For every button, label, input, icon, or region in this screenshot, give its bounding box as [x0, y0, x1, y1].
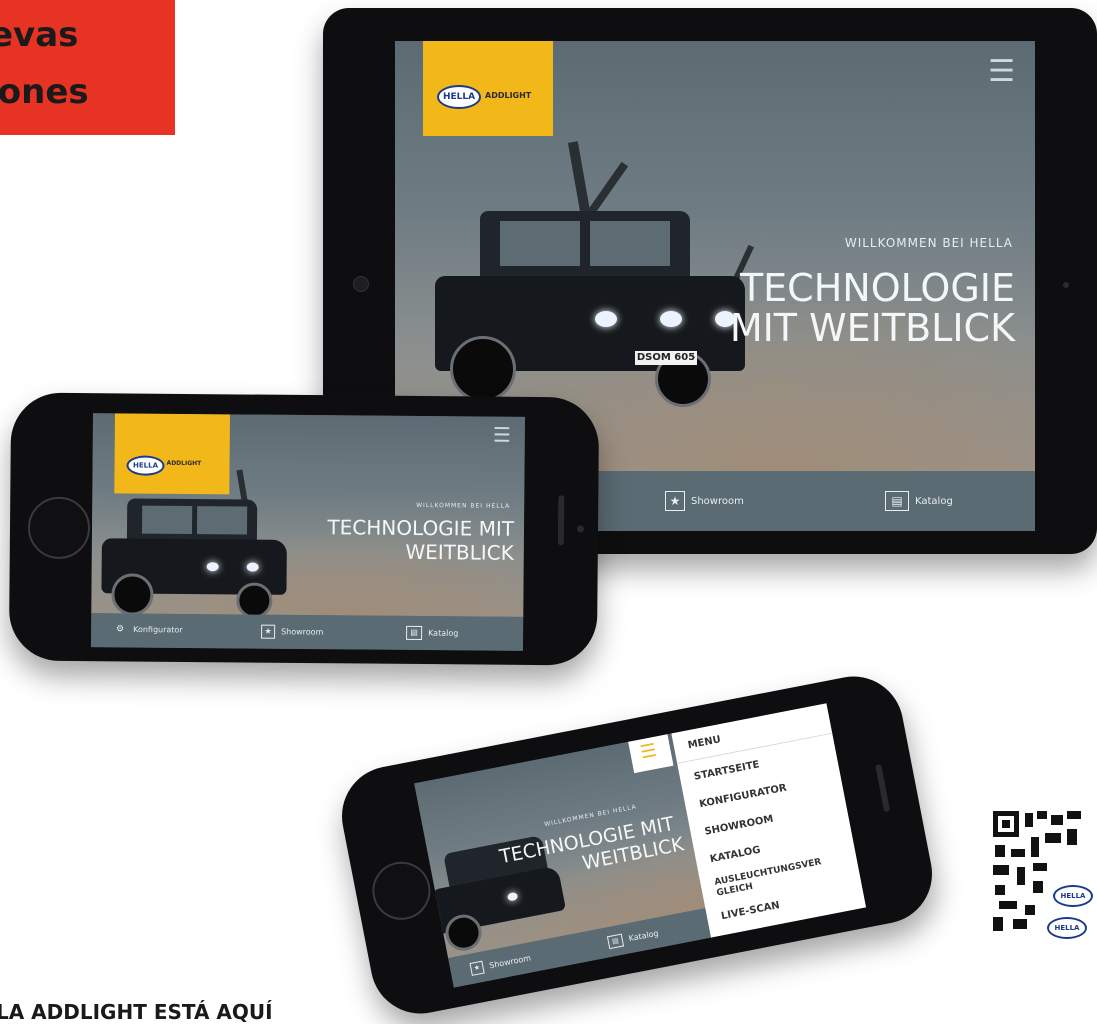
- headlight: [595, 311, 617, 327]
- book-icon: ▤: [406, 625, 423, 641]
- headline-line-2: MIT WEITBLICK: [729, 306, 1015, 350]
- menu-item-live-scan[interactable]: LIVE-SCAN: [720, 900, 780, 922]
- phone2-screen: ☰ WILLKOMMEN BEI HELLA TECHNOLOGIE MIT W…: [414, 703, 867, 988]
- qr-module: [1051, 815, 1063, 825]
- tablet-camera: [353, 276, 369, 292]
- qr-module: [1033, 863, 1047, 871]
- tab-katalog[interactable]: ▤ Katalog: [606, 927, 660, 950]
- promo-badge: evas ciones: [0, 0, 175, 135]
- speaker-grille: [875, 763, 891, 813]
- speaker-grille: [557, 495, 565, 546]
- menu-item-startseite[interactable]: STARTSEITE: [693, 759, 760, 782]
- license-plate: DSOM 605: [635, 351, 697, 365]
- phone-tilted-device: ☰ WILLKOMMEN BEI HELLA TECHNOLOGIE MIT W…: [333, 667, 941, 1023]
- phone-landscape-device: HELLA ADDLIGHT ☰ WILLKOMMEN BEI HELLA TE…: [8, 392, 600, 666]
- logo-tile: HELLA ADDLIGHT: [423, 41, 553, 136]
- home-button[interactable]: [27, 496, 91, 560]
- qr-module: [1033, 881, 1043, 893]
- qr-module: [999, 901, 1017, 909]
- tab-katalog-label: Katalog: [915, 496, 953, 507]
- qr-hella-logo: HELLA: [1053, 885, 1093, 907]
- qr-module: [1025, 813, 1033, 827]
- menu-item-ausleuchtungsvergleich[interactable]: AUSLEUCHTUNGSVER GLEICH: [714, 855, 836, 899]
- hella-logo: HELLA: [126, 455, 165, 476]
- qr-module: [993, 917, 1003, 931]
- wheel: [111, 573, 154, 616]
- tab-showroom-label: Showroom: [281, 627, 324, 637]
- qr-module: [1037, 811, 1047, 819]
- star-icon: ★: [469, 960, 485, 976]
- qr-module: [995, 885, 1005, 895]
- wheel: [236, 582, 273, 619]
- headline-line-1: TECHNOLOGIE MIT: [327, 515, 515, 541]
- star-icon: ★: [261, 624, 276, 639]
- star-icon: ★: [665, 491, 685, 511]
- car-window: [590, 221, 670, 266]
- car-window: [141, 505, 193, 535]
- qr-module: [1031, 837, 1039, 857]
- menu-item-showroom[interactable]: SHOWROOM: [704, 814, 775, 838]
- tablet-side-dot: [1063, 282, 1069, 288]
- headlight: [206, 562, 219, 572]
- car-window: [500, 221, 580, 266]
- tab-showroom[interactable]: ★ Showroom: [261, 624, 324, 640]
- tab-showroom-label: Showroom: [488, 953, 532, 971]
- headline-line-2: WEITBLICK: [405, 539, 514, 565]
- front-camera: [576, 525, 585, 533]
- menu-icon: ☰: [638, 739, 659, 764]
- menu-title: MENU: [686, 734, 722, 752]
- menu-icon[interactable]: ☰: [988, 57, 1015, 87]
- book-icon: ▤: [885, 491, 909, 511]
- logo-tile: HELLA ADDLIGHT: [114, 413, 230, 495]
- qr-module: [1025, 905, 1035, 915]
- welcome-text: WILLKOMMEN BEI HELLA: [416, 501, 511, 510]
- qr-hella-logo: HELLA: [1047, 917, 1087, 939]
- gears-icon: ⚙: [116, 624, 125, 635]
- menu-icon[interactable]: ☰: [493, 423, 511, 447]
- qr-module: [1067, 829, 1077, 845]
- qr-finder-dot: [1002, 820, 1010, 828]
- qr-code[interactable]: HELLA HELLA: [985, 805, 1097, 1023]
- wheel: [450, 336, 516, 402]
- tab-showroom-label: Showroom: [691, 496, 744, 507]
- headlight: [246, 562, 259, 572]
- hella-logo: HELLA: [437, 85, 481, 109]
- welcome-text: WILLKOMMEN BEI HELLA: [844, 236, 1013, 250]
- tab-konfigurator-label: Konfigurator: [133, 625, 183, 635]
- qr-module: [993, 865, 1009, 875]
- home-button[interactable]: [367, 856, 436, 925]
- tab-katalog-label: Katalog: [428, 628, 459, 638]
- car-image: [96, 493, 292, 625]
- footer-tagline: LA ADDLIGHT ESTÁ AQUÍ: [0, 1000, 273, 1024]
- tab-katalog[interactable]: ▤ Katalog: [406, 625, 459, 641]
- qr-module: [1013, 919, 1027, 929]
- phone1-screen: HELLA ADDLIGHT ☰ WILLKOMMEN BEI HELLA TE…: [90, 413, 525, 651]
- tab-showroom[interactable]: ★ Showroom: [469, 951, 532, 976]
- tab-katalog[interactable]: ▤ Katalog: [885, 491, 953, 511]
- promo-line-2: ciones: [0, 72, 89, 112]
- qr-module: [995, 845, 1005, 857]
- tab-konfigurator[interactable]: ⚙ Konfigurator: [113, 623, 183, 636]
- phone1-tab-bar: ⚙ Konfigurator ★ Showroom ▤ Katalog: [90, 613, 524, 651]
- promo-line-1: evas: [0, 15, 79, 55]
- qr-module: [1011, 849, 1025, 857]
- headlight: [660, 311, 682, 327]
- app-name: ADDLIGHT: [485, 91, 532, 100]
- tab-katalog-label: Katalog: [627, 928, 660, 944]
- qr-module: [1045, 833, 1061, 843]
- car-window: [196, 506, 248, 535]
- car-image: DSOM 605: [420, 201, 750, 421]
- book-icon: ▤: [606, 933, 625, 950]
- tab-showroom[interactable]: ★ Showroom: [665, 491, 744, 511]
- qr-module: [1067, 811, 1081, 819]
- menu-item-katalog[interactable]: KATALOG: [709, 845, 761, 866]
- headline-line-1: TECHNOLOGIE: [739, 266, 1015, 310]
- app-name: ADDLIGHT: [166, 459, 202, 468]
- qr-module: [1017, 867, 1025, 885]
- menu-item-konfigurator[interactable]: KONFIGURATOR: [698, 783, 787, 811]
